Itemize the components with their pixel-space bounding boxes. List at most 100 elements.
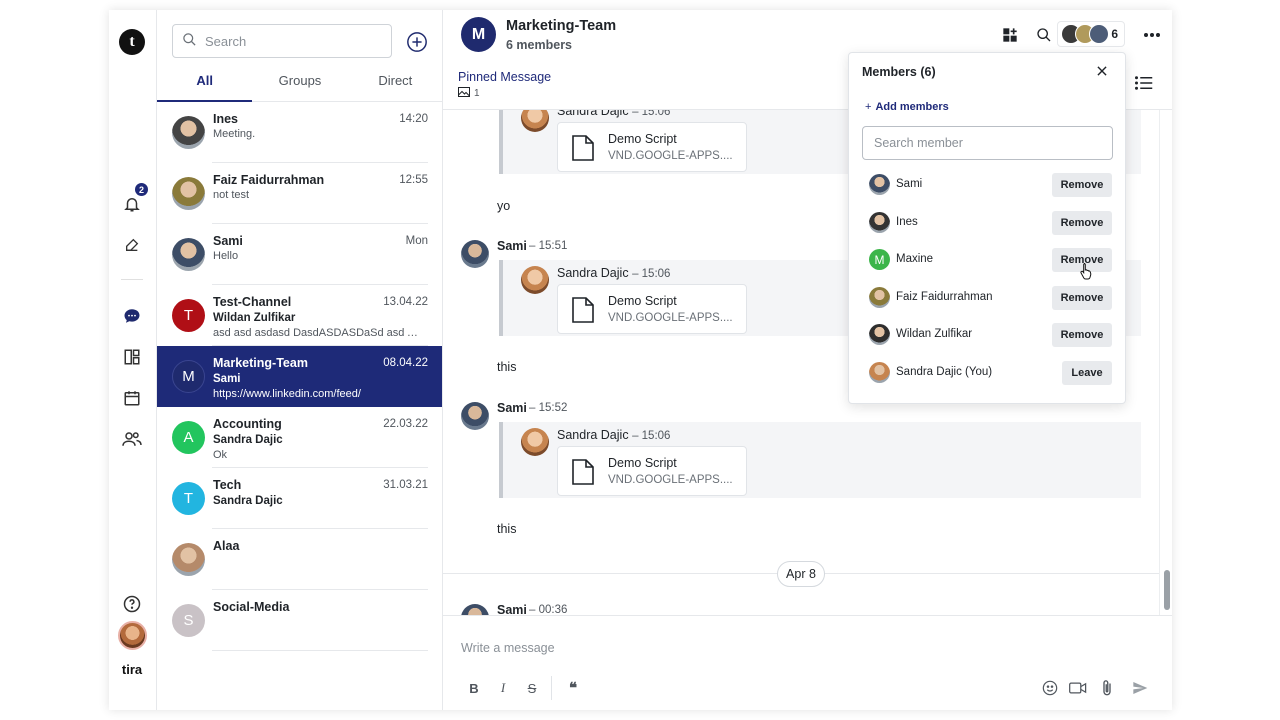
help-icon[interactable] xyxy=(121,593,143,615)
avatar: A xyxy=(172,421,205,454)
remove-member-button[interactable]: Remove xyxy=(1052,323,1112,347)
date-separator: Apr 8 xyxy=(777,561,825,587)
avatar xyxy=(869,324,890,345)
paperclip-icon[interactable] xyxy=(1098,679,1116,697)
conversation-name: Faiz Faidurrahman xyxy=(213,173,325,187)
conversation-name: Ines xyxy=(213,112,239,126)
tab-groups[interactable]: Groups xyxy=(252,66,347,101)
list-icon[interactable] xyxy=(1135,75,1155,95)
message-sender[interactable]: Sami xyxy=(497,603,527,615)
conversation-preview: https://www.linkedin.com/feed/ xyxy=(213,388,361,400)
message-input[interactable]: Write a message xyxy=(461,641,555,655)
rail-divider xyxy=(121,279,143,280)
message-sender[interactable]: Sami xyxy=(497,239,527,253)
channel-member-count[interactable]: 6 members xyxy=(506,38,572,52)
conversation-item[interactable]: Sami Mon Hello xyxy=(157,224,442,285)
tab-direct[interactable]: Direct xyxy=(348,66,443,101)
remove-member-button[interactable]: Remove xyxy=(1052,285,1112,310)
file-type: VND.GOOGLE-APPS.... xyxy=(608,150,733,162)
quote-button[interactable]: ❝ xyxy=(564,679,582,697)
notification-badge: 2 xyxy=(135,183,148,196)
leave-button[interactable]: Leave xyxy=(1062,360,1112,385)
search-placeholder: Search xyxy=(205,33,247,49)
calendar-icon[interactable] xyxy=(121,387,143,409)
avatar: T xyxy=(172,299,205,332)
conversation-item[interactable]: Alaa xyxy=(157,529,442,590)
document-icon xyxy=(572,297,594,323)
message-sender[interactable]: Sami xyxy=(497,401,527,415)
remove-member-button[interactable]: Remove xyxy=(1052,210,1112,235)
file-attachment[interactable]: Demo Script VND.GOOGLE-APPS.... xyxy=(557,446,747,496)
italic-button[interactable]: I xyxy=(494,679,512,697)
search-input[interactable]: Search xyxy=(172,24,392,58)
members-popover: Members (6) + Add members Search member S… xyxy=(848,52,1126,404)
conversation-name: Sami xyxy=(213,234,243,248)
add-members-button[interactable]: + Add members xyxy=(865,101,949,113)
member-avatar xyxy=(1089,24,1109,44)
avatar[interactable] xyxy=(461,402,489,430)
avatar: T xyxy=(172,482,205,515)
conversation-name: Marketing-Team xyxy=(213,356,308,370)
member-name: Sami xyxy=(896,178,923,190)
remove-member-button[interactable]: Remove xyxy=(1052,173,1112,197)
members-button[interactable]: 6 xyxy=(1057,21,1125,47)
avatar xyxy=(869,361,890,383)
board-icon[interactable] xyxy=(121,346,143,368)
nav-rail: t 2 tira xyxy=(109,10,157,710)
quoted-time: – 15:06 xyxy=(632,430,671,442)
avatar[interactable] xyxy=(461,604,489,615)
emoji-icon[interactable] xyxy=(1041,679,1059,697)
more-options-icon[interactable] xyxy=(1142,25,1162,45)
search-icon xyxy=(182,32,197,50)
bell-icon[interactable] xyxy=(121,193,143,215)
message-text: this xyxy=(497,522,517,536)
quoted-time: – 15:06 xyxy=(632,268,671,280)
search-icon[interactable] xyxy=(1034,25,1054,45)
conversation-time: 31.03.21 xyxy=(383,479,428,491)
conversation-subtitle: Hello xyxy=(213,250,239,262)
conversation-tabs: All Groups Direct xyxy=(157,66,443,102)
conversation-item[interactable]: Faiz Faidurrahman 12:55 not test xyxy=(157,163,442,224)
conversation-time: 22.03.22 xyxy=(383,418,428,430)
message-composer: Write a message B I S ❝ xyxy=(443,615,1172,710)
scroll-thumb[interactable] xyxy=(1164,570,1170,610)
tab-all[interactable]: All xyxy=(157,66,253,102)
chat-bubble-icon[interactable] xyxy=(121,305,143,327)
member-name: Faiz Faidurrahman xyxy=(896,290,993,303)
conversation-name: Accounting xyxy=(213,417,282,431)
conversation-item[interactable]: T Test-Channel 13.04.22 Wildan Zulfikar asd … xyxy=(157,285,442,346)
send-icon[interactable] xyxy=(1131,679,1149,697)
conversation-item[interactable]: A Accounting 22.03.22 Sandra Dajic Ok xyxy=(157,407,442,468)
message-scrollbar[interactable] xyxy=(1159,110,1172,615)
strikethrough-button[interactable]: S xyxy=(523,679,541,697)
bold-button[interactable]: B xyxy=(465,679,483,697)
conversation-item[interactable]: S Social-Media xyxy=(157,590,442,651)
member-name: Ines xyxy=(896,215,918,228)
conversation-name: Social-Media xyxy=(213,600,290,614)
file-attachment[interactable]: Demo Script VND.GOOGLE-APPS.... xyxy=(557,122,747,172)
close-icon[interactable] xyxy=(1095,64,1111,80)
user-name: tira xyxy=(121,662,143,677)
channel-title[interactable]: Marketing-Team xyxy=(506,18,616,34)
avatar[interactable] xyxy=(461,240,489,268)
quoted-message[interactable]: Sandra Dajic – 15:06 Demo Script VND.GOO… xyxy=(499,422,1141,498)
conversation-item[interactable]: Ines 14:20 Meeting. xyxy=(157,102,442,163)
conversation-time: Mon xyxy=(405,235,428,247)
conversation-name: Test-Channel xyxy=(213,295,292,309)
user-avatar[interactable] xyxy=(118,621,147,650)
search-member-input[interactable]: Search member xyxy=(862,126,1113,160)
conversation-time: 08.04.22 xyxy=(383,357,428,369)
apps-add-icon[interactable] xyxy=(1000,25,1020,45)
message-time: – 15:51 xyxy=(529,240,568,252)
app-logo[interactable]: t xyxy=(119,29,145,55)
compose-icon[interactable] xyxy=(121,234,143,256)
file-attachment[interactable]: Demo Script VND.GOOGLE-APPS.... xyxy=(557,284,747,334)
channel-avatar[interactable]: M xyxy=(461,17,496,52)
conversation-item[interactable]: T Tech 31.03.21 Sandra Dajic xyxy=(157,468,442,529)
conversation-name: Alaa xyxy=(213,539,240,553)
avatar xyxy=(172,116,205,149)
conversation-item[interactable]: M Marketing-Team 08.04.22 Sami https://www.l… xyxy=(157,346,442,407)
contacts-icon[interactable] xyxy=(121,428,143,450)
new-conversation-button[interactable] xyxy=(406,31,428,53)
video-icon[interactable] xyxy=(1069,679,1087,697)
